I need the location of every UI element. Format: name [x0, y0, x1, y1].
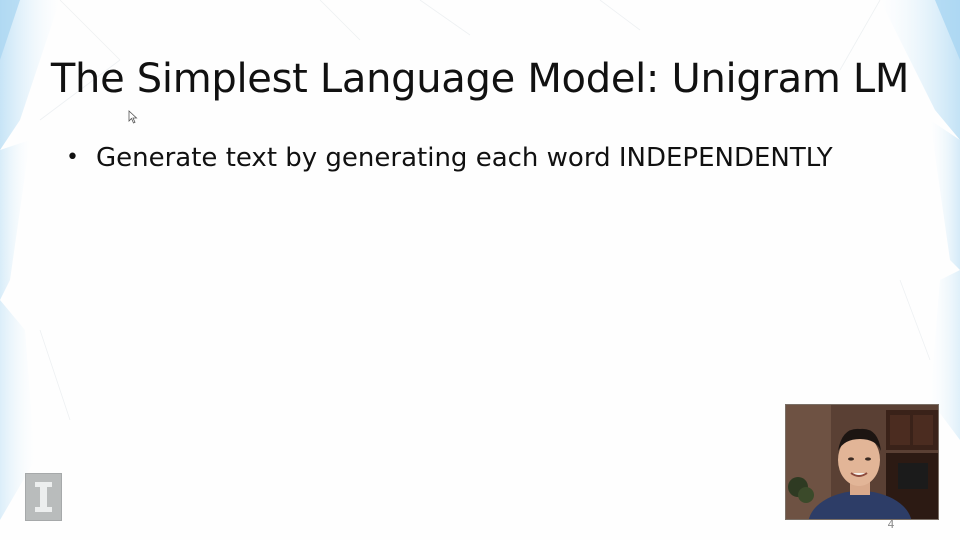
- bullet-text: Generate text by generating each word IN…: [96, 143, 833, 173]
- bullet-list: • Generate text by generating each word I…: [66, 140, 833, 176]
- bullet-symbol: •: [66, 145, 79, 170]
- slide-title: The Simplest Language Model: Unigram LM: [50, 56, 910, 102]
- bullet-item: • Generate text by generating each word I…: [66, 140, 833, 176]
- slide: The Simplest Language Model: Unigram LM …: [0, 0, 960, 540]
- presenter-webcam-video: [785, 404, 939, 520]
- university-block-i-logo-icon: [25, 473, 62, 521]
- mouse-pointer-icon: [128, 110, 138, 124]
- page-number: 4: [887, 518, 895, 531]
